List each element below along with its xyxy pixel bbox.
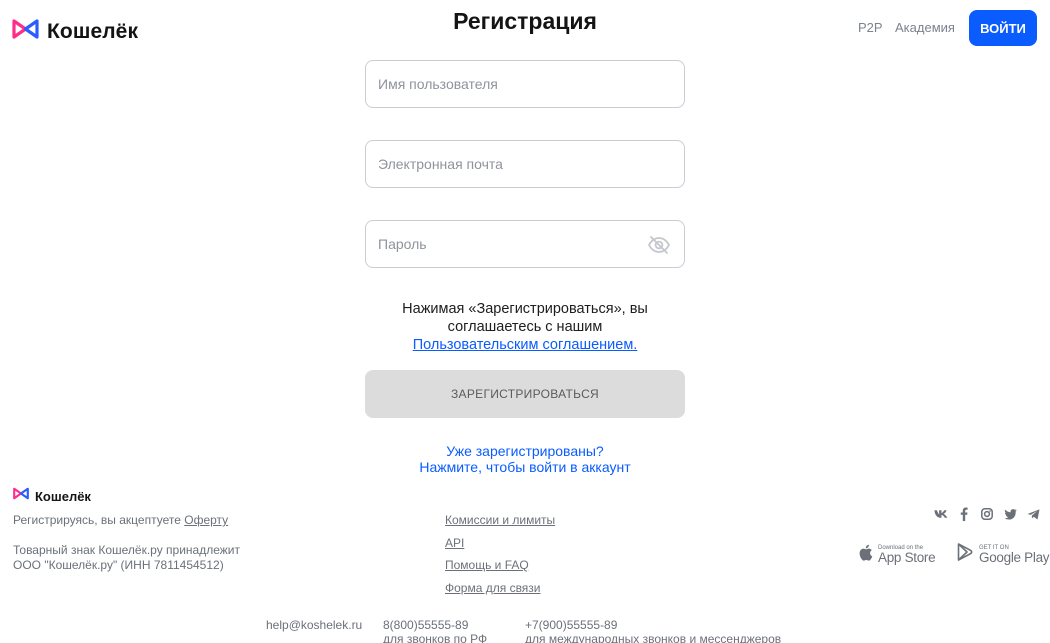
footer-link-fees[interactable]: Комиссии и лимиты	[445, 513, 555, 529]
login-link[interactable]: Уже зарегистрированы? Нажмите, чтобы вой…	[365, 443, 685, 475]
apple-icon	[857, 543, 873, 567]
telegram-icon[interactable]	[1026, 507, 1040, 521]
register-button[interactable]: ЗАРЕГИСТРИРОВАТЬСЯ	[365, 370, 685, 418]
phone-intl: +7(900)55555-89 для международных звонко…	[525, 618, 781, 643]
app-store-big-text: App Store	[878, 550, 936, 566]
agreement-text-line2: соглашаетесь с нашим	[447, 319, 603, 335]
trademark-line1: Товарный знак Кошелёк.ру принадлежит	[13, 543, 240, 557]
user-agreement-link[interactable]: Пользовательским соглашением.	[413, 337, 638, 353]
trademark-line2: ООО "Кошелёк.ру" (ИНН 7811454512)	[13, 558, 224, 572]
password-input[interactable]	[378, 236, 672, 252]
footer-link-api[interactable]: API	[445, 536, 555, 552]
phone-ru-note: для звонков по РФ	[383, 632, 488, 643]
vk-icon[interactable]	[934, 507, 948, 521]
offer-notice: Регистрируясь, вы акцептуете Оферту	[13, 513, 228, 528]
twitter-icon[interactable]	[1003, 507, 1017, 521]
footer-brand-name: Кошелёк	[35, 488, 91, 504]
phone-ru-number[interactable]: 8(800)55555-89	[383, 618, 487, 632]
hide-password-eye-icon[interactable]	[647, 235, 671, 255]
footer-logo-icon	[13, 487, 29, 505]
email-field[interactable]	[365, 140, 685, 188]
google-play-icon	[957, 543, 974, 566]
username-input[interactable]	[378, 76, 672, 92]
agreement-notice: Нажимая «Зарегистрироваться», вы соглаша…	[365, 300, 685, 354]
trademark-notice: Товарный знак Кошелёк.ру принадлежит ООО…	[13, 543, 293, 573]
footer-link-help[interactable]: Помощь и FAQ	[445, 558, 555, 574]
footer-link-contact-form[interactable]: Форма для связи	[445, 581, 555, 597]
footer-links: Комиссии и лимиты API Помощь и FAQ Форма…	[445, 513, 555, 596]
instagram-icon[interactable]	[980, 507, 994, 521]
phone-intl-note: для международных звонков и мессенджеров	[525, 632, 782, 643]
offer-text: Регистрируясь, вы акцептуете	[13, 513, 181, 527]
nav-p2p-link[interactable]: P2P	[858, 20, 883, 35]
google-play-badge[interactable]: GET IT ON Google Play	[957, 543, 1050, 566]
login-link-line2: Нажмите, чтобы войти в аккаунт	[419, 459, 631, 475]
login-button[interactable]: ВОЙТИ	[969, 10, 1037, 46]
agreement-text-line1: Нажимая «Зарегистрироваться», вы	[402, 301, 648, 317]
login-link-line1: Уже зарегистрированы?	[446, 443, 604, 459]
password-field[interactable]	[365, 220, 685, 268]
google-play-big-text: Google Play	[979, 549, 1050, 565]
phone-ru: 8(800)55555-89 для звонков по РФ	[383, 618, 487, 643]
facebook-icon[interactable]	[957, 507, 971, 521]
offer-link[interactable]: Оферту	[184, 513, 228, 527]
social-links	[934, 507, 1040, 521]
phone-intl-number[interactable]: +7(900)55555-89	[525, 618, 781, 632]
username-field[interactable]	[365, 60, 685, 108]
app-store-badge[interactable]: Download on the App Store	[857, 543, 936, 567]
nav-academy-link[interactable]: Академия	[895, 20, 955, 35]
page-title: Регистрация	[453, 8, 597, 34]
email-input[interactable]	[378, 156, 672, 172]
footer-brand-logo[interactable]: Кошелёк	[13, 487, 91, 505]
support-email[interactable]: help@koshelek.ru	[266, 618, 362, 632]
